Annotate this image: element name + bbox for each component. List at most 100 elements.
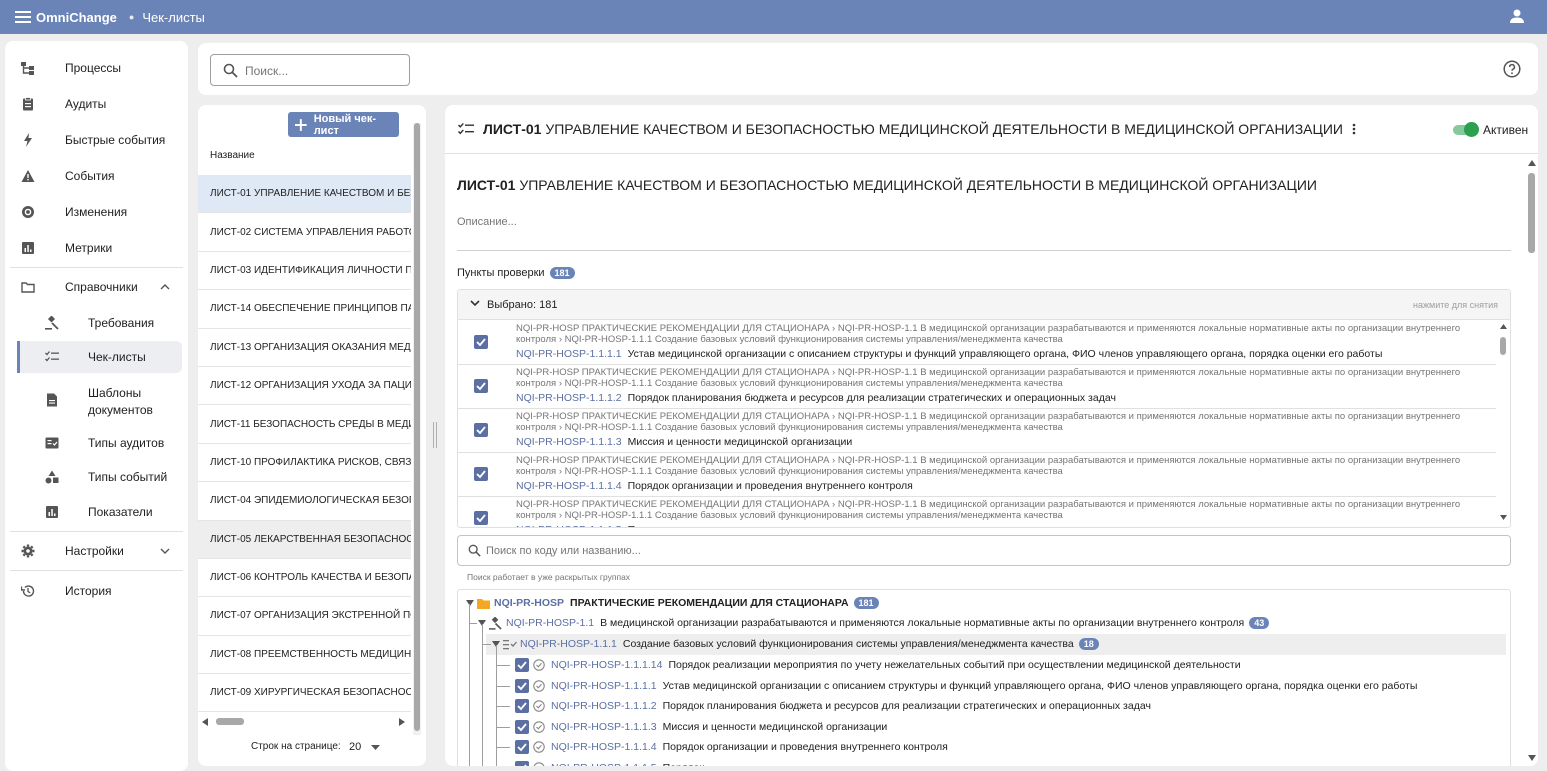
scroll-left-icon[interactable] [202, 718, 209, 726]
selected-item[interactable]: NQI-PR-HOSP ПРАКТИЧЕСКИЕ РЕКОМЕНДАЦИИ ДЛ… [458, 453, 1496, 497]
list-vertical-scrollbar[interactable] [413, 123, 421, 735]
checklist-row[interactable]: ЛИСТ-09 ХИРУРГИЧЕСКАЯ БЕЗОПАСНОСТЬ [198, 674, 411, 713]
sidebar-item-changes[interactable]: Изменения [5, 196, 188, 228]
list-horizontal-scrollbar[interactable] [202, 717, 410, 727]
scroll-down-icon[interactable] [1500, 515, 1507, 520]
sidebar-item-settings[interactable]: Настройки [5, 535, 188, 567]
checkbox-checked-icon[interactable] [474, 511, 488, 525]
checkbox-checked-icon[interactable] [474, 423, 488, 437]
checklist-row[interactable]: ЛИСТ-14 ОБЕСПЕЧЕНИЕ ПРИНЦИПОВ ПАЦИЕНТООР… [198, 290, 411, 329]
sidebar-item-history[interactable]: История [5, 575, 188, 607]
user-icon[interactable] [1509, 8, 1525, 24]
checklist-row[interactable]: ЛИСТ-10 ПРОФИЛАКТИКА РИСКОВ, СВЯЗАННЫХ С… [198, 444, 411, 483]
checklist-row[interactable]: ЛИСТ-04 ЭПИДЕМИОЛОГИЧЕСКАЯ БЕЗОПАСНОСТЬ [198, 482, 411, 521]
sidebar-item-doc-templates[interactable]: Шаблоны документов [5, 383, 188, 417]
scroll-thumb[interactable] [216, 718, 244, 725]
tree-node-level-2[interactable]: NQI-PR-HOSP-1.1.1 Создание базовых услови… [492, 635, 1099, 653]
help-icon[interactable] [1503, 60, 1521, 78]
sidebar-item-event-types[interactable]: Типы событий [5, 461, 188, 493]
menu-icon[interactable] [15, 9, 31, 25]
scroll-thumb[interactable] [1500, 337, 1506, 355]
checkbox-checked-icon[interactable] [515, 761, 529, 766]
scroll-up-icon[interactable] [1500, 324, 1507, 329]
item-checkbox[interactable] [474, 423, 488, 437]
item-checkbox[interactable] [474, 467, 488, 481]
leaf-checkbox[interactable] [515, 699, 529, 714]
sidebar-item-audits[interactable]: Аудиты [5, 88, 188, 120]
checkbox-checked-icon[interactable] [474, 379, 488, 393]
sidebar-item-quick-events[interactable]: Быстрые события [5, 124, 188, 156]
panel-resize-handle[interactable] [433, 422, 437, 448]
scroll-thumb[interactable] [1528, 173, 1535, 253]
checkbox-checked-icon[interactable] [474, 467, 488, 481]
item-checkbox[interactable] [474, 379, 488, 393]
tree-leaf[interactable]: NQI-PR-HOSP-1.1.1.1 Устав медицинской орг… [515, 677, 1417, 695]
tree-leaf[interactable]: NQI-PR-HOSP-1.1.1.4 Порядок организации и… [515, 738, 948, 756]
checklist-row[interactable]: ЛИСТ-03 ИДЕНТИФИКАЦИЯ ЛИЧНОСТИ ПАЦИЕНТОВ [198, 252, 411, 291]
item-code[interactable]: NQI-PR-HOSP-1.1.1.1 [516, 348, 622, 360]
item-checkbox[interactable] [474, 335, 488, 349]
active-toggle[interactable] [1453, 122, 1479, 137]
scroll-down-icon[interactable] [1528, 755, 1536, 761]
selected-items-header[interactable]: Выбрано: 181 нажмите для снятия [458, 290, 1510, 320]
leaf-checkbox[interactable] [515, 761, 529, 766]
tree-node-root[interactable]: NQI-PR-HOSP ПРАКТИЧЕСКИЕ РЕКОМЕНДАЦИИ ДЛЯ… [466, 594, 879, 612]
chevron-up-icon[interactable] [160, 282, 170, 292]
chevron-down-icon[interactable] [160, 546, 170, 556]
selected-item[interactable]: NQI-PR-HOSP ПРАКТИЧЕСКИЕ РЕКОМЕНДАЦИИ ДЛ… [458, 497, 1496, 527]
collapse-arrow-icon[interactable] [466, 600, 474, 606]
deselect-hint[interactable]: нажмите для снятия [1413, 300, 1498, 310]
selected-items-scrollbar[interactable] [1498, 321, 1510, 527]
checklist-row[interactable]: ЛИСТ-11 БЕЗОПАСНОСТЬ СРЕДЫ В МЕДИЦИНСКОЙ… [198, 405, 411, 444]
checklist-row[interactable]: ЛИСТ-05 ЛЕКАРСТВЕННАЯ БЕЗОПАСНОСТЬ [198, 520, 411, 559]
tree-node-level-1[interactable]: NQI-PR-HOSP-1.1 В медицинской организации… [478, 614, 1270, 632]
sidebar-item-processes[interactable]: Процессы [5, 52, 188, 84]
sidebar-item-references[interactable]: Справочники [5, 271, 188, 303]
app-brand[interactable]: OmniChange [36, 10, 117, 25]
item-code[interactable]: NQI-PR-HOSP-1.1.1.3 [516, 436, 622, 448]
item-code[interactable]: NQI-PR-HOSP-1.1.1.2 [516, 392, 622, 404]
tree-filter-input[interactable]: Поиск по коду или названию... [457, 535, 1511, 566]
checkbox-checked-icon[interactable] [515, 699, 529, 714]
checklist-row[interactable]: ЛИСТ-01 УПРАВЛЕНИЕ КАЧЕСТВОМ И БЕЗОПАСНО… [198, 175, 411, 214]
scroll-up-icon[interactable] [1528, 160, 1536, 166]
more-vert-icon[interactable] [1352, 123, 1356, 135]
checklist-row[interactable]: ЛИСТ-06 КОНТРОЛЬ КАЧЕСТВА И БЕЗОПАСНОСТИ [198, 559, 411, 598]
leaf-checkbox[interactable] [515, 719, 529, 734]
tree-leaf[interactable]: NQI-PR-HOSP-1.1.1.5 Порядок ... [515, 759, 716, 766]
checklist-row[interactable]: ЛИСТ-07 ОРГАНИЗАЦИЯ ЭКСТРЕННОЙ ПОМОЩИ [198, 597, 411, 636]
column-header-name[interactable]: Название [210, 150, 255, 161]
sidebar-item-events[interactable]: События [5, 160, 188, 192]
checklist-row[interactable]: ЛИСТ-13 ОРГАНИЗАЦИЯ ОКАЗАНИЯ МЕДИЦИНСКОЙ… [198, 329, 411, 367]
sidebar-item-audit-types[interactable]: Типы аудитов [5, 427, 188, 459]
search-input[interactable]: Поиск... [210, 54, 410, 86]
sidebar-item-checklists[interactable]: Чек-листы [17, 341, 182, 373]
item-code[interactable]: NQI-PR-HOSP-1.1.1.5 [516, 524, 622, 527]
sidebar-item-metrics[interactable]: Метрики [5, 232, 188, 264]
tree-leaf[interactable]: NQI-PR-HOSP-1.1.1.3 Миссия и ценности мед… [515, 718, 887, 736]
checkbox-checked-icon[interactable] [474, 335, 488, 349]
leaf-checkbox[interactable] [515, 658, 529, 672]
selected-item[interactable]: NQI-PR-HOSP ПРАКТИЧЕСКИЕ РЕКОМЕНДАЦИИ ДЛ… [458, 409, 1496, 453]
checkbox-checked-icon[interactable] [515, 740, 529, 755]
item-checkbox[interactable] [474, 511, 488, 525]
leaf-checkbox[interactable] [515, 740, 529, 755]
new-checklist-button[interactable]: Новый чек-лист [288, 112, 399, 137]
selected-item[interactable]: NQI-PR-HOSP ПРАКТИЧЕСКИЕ РЕКОМЕНДАЦИИ ДЛ… [458, 365, 1496, 409]
sidebar-item-indicators[interactable]: Показатели [5, 496, 188, 528]
selected-item[interactable]: NQI-PR-HOSP ПРАКТИЧЕСКИЕ РЕКОМЕНДАЦИИ ДЛ… [458, 321, 1496, 365]
leaf-checkbox[interactable] [515, 678, 529, 693]
checkbox-checked-icon[interactable] [515, 658, 529, 672]
checklist-row[interactable]: ЛИСТ-12 ОРГАНИЗАЦИЯ УХОДА ЗА ПАЦИЕНТАМИ [198, 367, 411, 406]
chevron-down-icon[interactable] [470, 300, 480, 307]
sidebar-item-requirements[interactable]: Требования [5, 307, 188, 339]
checklist-row[interactable]: ЛИСТ-02 СИСТЕМА УПРАВЛЕНИЯ РАБОТОЙ [198, 213, 411, 252]
detail-scrollbar[interactable] [1526, 157, 1536, 764]
tree-leaf[interactable]: NQI-PR-HOSP-1.1.1.2 Порядок планирования … [515, 697, 1151, 715]
item-code[interactable]: NQI-PR-HOSP-1.1.1.4 [516, 480, 622, 492]
description-field[interactable]: Описание... [457, 216, 517, 228]
checkbox-checked-icon[interactable] [515, 678, 529, 693]
dropdown-arrow-icon[interactable] [371, 745, 380, 750]
checklist-row[interactable]: ЛИСТ-08 ПРЕЕМСТВЕННОСТЬ МЕДИЦИНСКОЙ ПОМО… [198, 636, 411, 675]
checkbox-checked-icon[interactable] [515, 719, 529, 734]
